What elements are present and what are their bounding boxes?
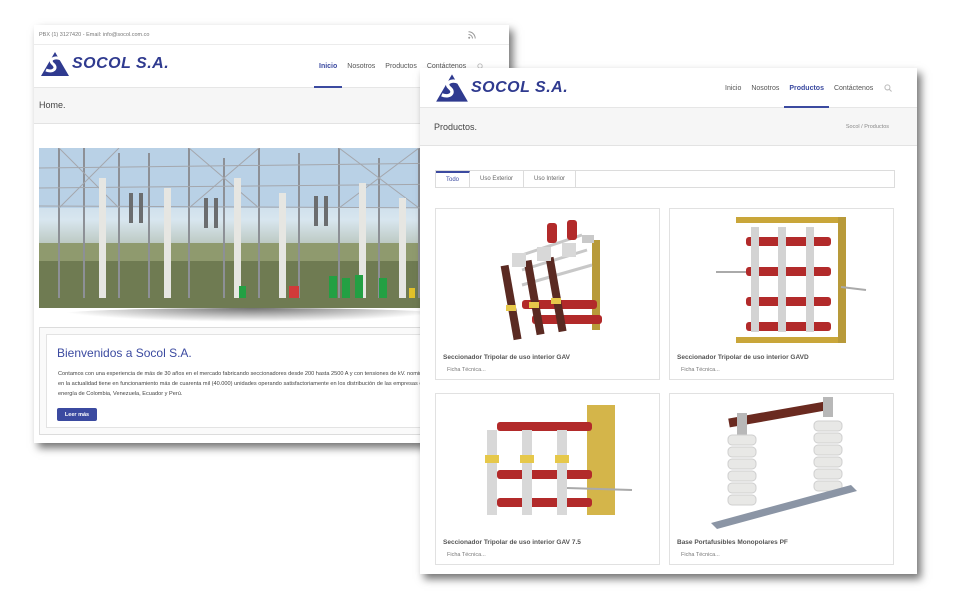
datasheet-link[interactable]: Ficha Técnica... [681, 552, 720, 558]
socol-logo[interactable]: SOCOL S.A. [435, 73, 568, 103]
welcome-heading: Bienvenidos a Socol S.A. [57, 346, 192, 360]
product-title[interactable]: Seccionador Tripolar de uso interior GAV [443, 354, 570, 361]
substation-photo-slider[interactable] [39, 148, 459, 308]
tab-uso-interior[interactable]: Uso Interior [524, 171, 577, 187]
read-more-button[interactable]: Leer más [57, 408, 97, 421]
fuse-base-pf-image [711, 397, 857, 529]
socol-logo[interactable]: SOCOL S.A. [40, 51, 169, 77]
product-card[interactable]: Seccionador Tripolar de uso interior GAV… [435, 208, 660, 380]
datasheet-link[interactable]: Ficha Técnica... [447, 367, 486, 373]
logo-text: SOCOL S.A. [471, 79, 569, 96]
product-title[interactable]: Base Portafusibles Monopolares PF [677, 539, 788, 546]
datasheet-link[interactable]: Ficha Técnica... [447, 552, 486, 558]
product-filter-tabs: Todo Uso Exterior Uso Interior [435, 170, 895, 188]
switch-gav-image [500, 220, 602, 341]
main-nav: Inicio Nosotros Productos Contáctenos [720, 68, 893, 108]
site-header: SOCOL S.A. Inicio Nosotros Productos Con… [420, 68, 917, 108]
product-title[interactable]: Seccionador Tripolar de uso interior GAV… [443, 539, 581, 546]
page-title-bar: Productos. Socol / Productos [420, 108, 917, 146]
nav-productos[interactable]: Productos [784, 68, 829, 108]
page-title: Productos. [434, 122, 478, 132]
substation-photo [39, 148, 459, 308]
rss-icon[interactable] [468, 31, 476, 41]
breadcrumb[interactable]: Socol / Productos [846, 124, 889, 130]
product-card[interactable]: Seccionador Tripolar de uso interior GAV… [669, 208, 894, 380]
logo-text: SOCOL S.A. [72, 55, 170, 72]
product-title[interactable]: Seccionador Tripolar de uso interior GAV… [677, 354, 809, 361]
nav-nosotros[interactable]: Nosotros [746, 68, 784, 108]
datasheet-link[interactable]: Ficha Técnica... [681, 367, 720, 373]
product-image[interactable] [671, 395, 892, 535]
socol-logo-mark-icon [41, 52, 69, 76]
socol-logo-mark-icon [436, 74, 468, 102]
tab-uso-exterior[interactable]: Uso Exterior [470, 171, 525, 187]
search-icon[interactable] [878, 68, 893, 108]
nav-productos[interactable]: Productos [380, 45, 422, 88]
nav-inicio[interactable]: Inicio [720, 68, 746, 108]
switch-gavd-image [716, 217, 867, 343]
contact-info: PBX (1) 3127420 - Email: info@socol.com.… [39, 32, 150, 38]
tab-todo[interactable]: Todo [436, 171, 471, 187]
product-card[interactable]: Base Portafusibles Monopolares PF Ficha … [669, 393, 894, 565]
product-image[interactable] [437, 210, 658, 350]
product-image[interactable] [671, 210, 892, 350]
nav-contactenos[interactable]: Contáctenos [829, 68, 878, 108]
switch-gav75-image [485, 405, 633, 515]
screenshot-composite: PBX (1) 3127420 - Email: info@socol.com.… [0, 0, 960, 600]
top-contact-bar: PBX (1) 3127420 - Email: info@socol.com.… [34, 25, 509, 45]
slider-shadow [52, 308, 452, 322]
nav-inicio[interactable]: Inicio [314, 45, 343, 88]
welcome-card: Bienvenidos a Socol S.A. Contamos con un… [46, 334, 478, 428]
products-page-window: SOCOL S.A. Inicio Nosotros Productos Con… [420, 68, 917, 574]
nav-nosotros[interactable]: Nosotros [342, 45, 380, 88]
welcome-text: Contamos con una experiencia de más de 3… [58, 371, 437, 397]
product-image[interactable] [437, 395, 658, 535]
page-title: Home. [39, 100, 66, 110]
welcome-panel: Bienvenidos a Socol S.A. Contamos con un… [39, 327, 478, 435]
product-card[interactable]: Seccionador Tripolar de uso interior GAV… [435, 393, 660, 565]
